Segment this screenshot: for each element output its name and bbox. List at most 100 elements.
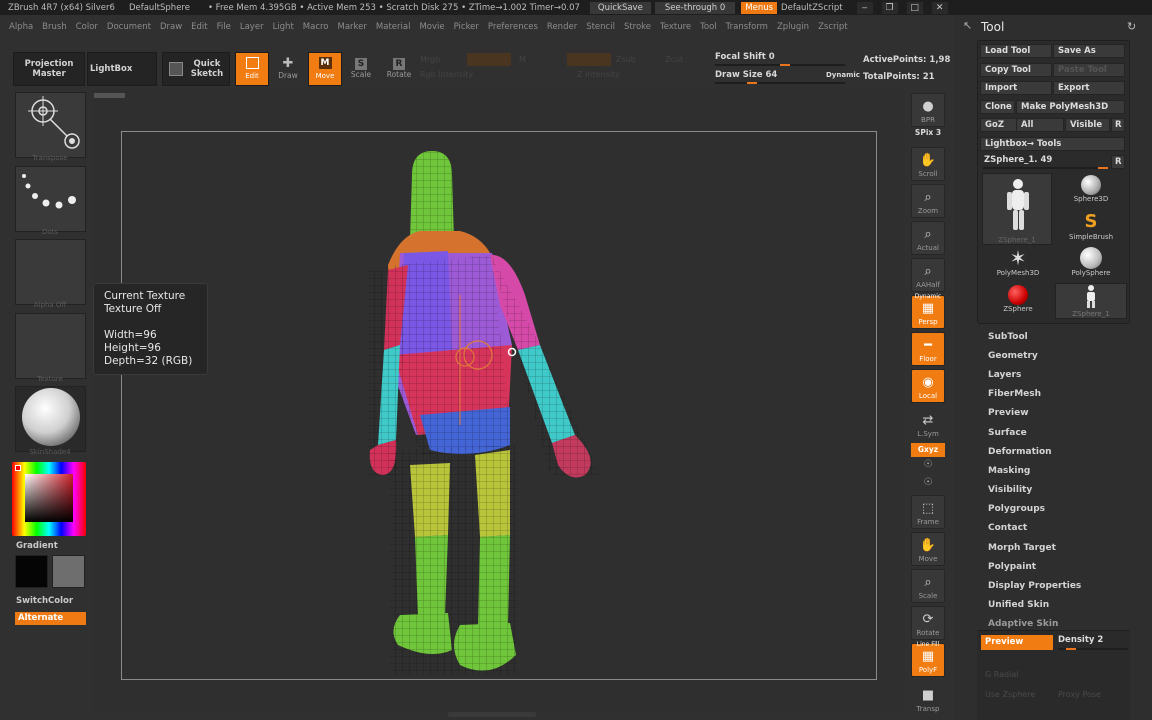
lightbox-button[interactable]: LightBox — [87, 52, 157, 86]
menu-item[interactable]: Tool — [700, 22, 717, 32]
proxy-pose-toggle[interactable]: Proxy Pose — [1058, 690, 1101, 699]
transpose-brush-thumb[interactable] — [15, 92, 86, 158]
clone-button[interactable]: Clone — [980, 100, 1015, 114]
tool-thumb-zsphere-figure[interactable]: ZSphere_1 — [982, 173, 1052, 245]
density-slider-thumb[interactable] — [1066, 648, 1076, 650]
persp-button[interactable]: Dynamic ▦ Persp — [911, 293, 945, 329]
gxyz-button[interactable]: Gxyz — [911, 443, 945, 457]
visible-button[interactable]: Visible — [1065, 118, 1110, 132]
load-tool-button[interactable]: Load Tool — [980, 44, 1052, 58]
display-properties-section[interactable]: Display Properties — [988, 581, 1081, 591]
bpr-button[interactable]: ● BPR — [911, 93, 945, 127]
menu-item[interactable]: Macro — [303, 22, 329, 32]
menu-item[interactable]: File — [217, 22, 231, 32]
menu-item[interactable]: Document — [107, 22, 151, 32]
zoom-button[interactable]: ⌕ Zoom — [911, 184, 945, 218]
quick-sketch-button[interactable]: Quick Sketch — [162, 52, 230, 86]
projection-master-button[interactable]: Projection Master — [13, 52, 85, 86]
menu-item[interactable]: Layer — [240, 22, 264, 32]
g-radial-slider[interactable]: G Radial — [985, 670, 1018, 679]
menu-item[interactable]: Movie — [419, 22, 444, 32]
menu-item[interactable]: Material — [376, 22, 411, 32]
minimize-icon[interactable]: ‒ — [856, 1, 873, 14]
use-zsphere-toggle[interactable]: Use Zsphere — [985, 690, 1035, 699]
frame-button[interactable]: ⬚ Frame — [911, 495, 945, 529]
menu-item[interactable]: Brush — [42, 22, 67, 32]
all-button[interactable]: All — [1016, 118, 1064, 132]
floor-button[interactable]: ━ Floor — [911, 332, 945, 366]
color-picker-square[interactable] — [25, 474, 73, 522]
restore-icon[interactable]: ❐ — [881, 1, 898, 14]
fibermesh-section[interactable]: FiberMesh — [988, 389, 1041, 399]
current-tool-r-button[interactable]: R — [1111, 155, 1125, 169]
maximize-icon[interactable]: □ — [906, 1, 923, 14]
density-slider-track[interactable] — [1058, 648, 1128, 650]
zadd-toggle[interactable] — [567, 53, 611, 66]
lightbox-tools-button[interactable]: Lightbox→ Tools — [980, 137, 1125, 151]
tool-thumb-zsphere1[interactable]: ZSphere_1 — [1055, 283, 1127, 319]
polygroups-section[interactable]: Polygroups — [988, 504, 1045, 514]
gizmo-icon[interactable]: ☉ — [911, 459, 945, 470]
move-button[interactable]: M Move — [308, 52, 342, 86]
move-view-button[interactable]: ✋ Move — [911, 532, 945, 566]
quicksave-button[interactable]: QuickSave — [589, 1, 651, 14]
zsphere-model[interactable] — [360, 145, 620, 685]
alternate-button[interactable]: Alternate — [15, 612, 86, 625]
z-intensity-slider[interactable]: Z Intensity — [577, 70, 620, 79]
aahalf-button[interactable]: ⌕ AAHalf — [911, 258, 945, 292]
preview-section[interactable]: Preview — [988, 408, 1029, 418]
scale-view-button[interactable]: ⌕ Scale — [911, 569, 945, 603]
alpha-thumb[interactable] — [15, 239, 86, 305]
surface-section[interactable]: Surface — [988, 428, 1027, 438]
adaptive-skin-section[interactable]: Adaptive Skin — [988, 619, 1058, 629]
tool-thumb-zsphere[interactable]: ZSphere — [982, 285, 1054, 313]
main-color-swatch[interactable] — [15, 555, 48, 588]
menu-item[interactable]: Transform — [726, 22, 768, 32]
morph-target-section[interactable]: Morph Target — [988, 543, 1056, 553]
actual-button[interactable]: ⌕ Actual — [911, 221, 945, 255]
menu-item[interactable]: Render — [547, 22, 577, 32]
tool-thumb-sphere3d[interactable]: Sphere3D — [1055, 175, 1127, 203]
menu-item[interactable]: Zscript — [818, 22, 848, 32]
menu-item[interactable]: Edit — [191, 22, 207, 32]
density-slider[interactable]: Density 2 — [1058, 635, 1103, 645]
import-button[interactable]: Import — [980, 81, 1052, 95]
draw-button[interactable]: ✚ Draw — [271, 52, 305, 86]
rotate-button[interactable]: R Rotate — [382, 52, 416, 86]
tool-thumb-simplebrush[interactable]: S SimpleBrush — [1055, 211, 1127, 241]
secondary-color-swatch[interactable] — [52, 555, 85, 588]
texture-thumb[interactable] — [15, 313, 86, 379]
focal-shift-thumb[interactable] — [780, 64, 790, 66]
subtool-section[interactable]: SubTool — [988, 332, 1028, 342]
goz-r-button[interactable]: R — [1111, 118, 1125, 132]
polypaint-section[interactable]: Polypaint — [988, 562, 1036, 572]
material-thumb[interactable] — [15, 386, 86, 452]
export-button[interactable]: Export — [1053, 81, 1125, 95]
paste-tool-button[interactable]: Paste Tool — [1053, 63, 1125, 77]
color-picker-marker[interactable] — [15, 465, 21, 471]
focal-shift-slider[interactable]: Focal Shift 0 — [715, 52, 775, 62]
bottom-tray-handle[interactable] — [448, 712, 536, 717]
switch-color-button[interactable]: SwitchColor — [16, 596, 73, 606]
default-zscript-button[interactable]: DefaultZScript — [781, 3, 843, 13]
menu-item[interactable]: Alpha — [9, 22, 33, 32]
contact-section[interactable]: Contact — [988, 523, 1027, 533]
rgb-intensity-slider[interactable]: Rgb Intensity — [420, 70, 473, 79]
draw-size-thumb[interactable] — [747, 82, 757, 84]
current-tool-slider-thumb[interactable] — [1098, 167, 1108, 169]
edit-button[interactable]: Edit — [235, 52, 269, 86]
dynamic-toggle[interactable]: Dynamic — [826, 71, 860, 79]
zsub-toggle[interactable]: Zsub — [616, 55, 636, 64]
menu-item[interactable]: Zplugin — [777, 22, 809, 32]
menu-item[interactable]: Light — [273, 22, 294, 32]
palette-refresh-icon[interactable]: ↻ — [1127, 20, 1136, 33]
close-icon[interactable]: ✕ — [931, 1, 948, 14]
local-button[interactable]: ◉ Local — [911, 369, 945, 403]
visibility-section[interactable]: Visibility — [988, 485, 1032, 495]
polyf-button[interactable]: Line Fill ▦ PolyF — [911, 641, 945, 677]
spix-slider[interactable]: SPix 3 — [911, 128, 945, 137]
menu-item[interactable]: Texture — [660, 22, 691, 32]
draw-size-track[interactable] — [715, 82, 845, 84]
menu-item[interactable]: Marker — [338, 22, 367, 32]
canvas-scrollbar-thumb[interactable] — [94, 93, 125, 98]
